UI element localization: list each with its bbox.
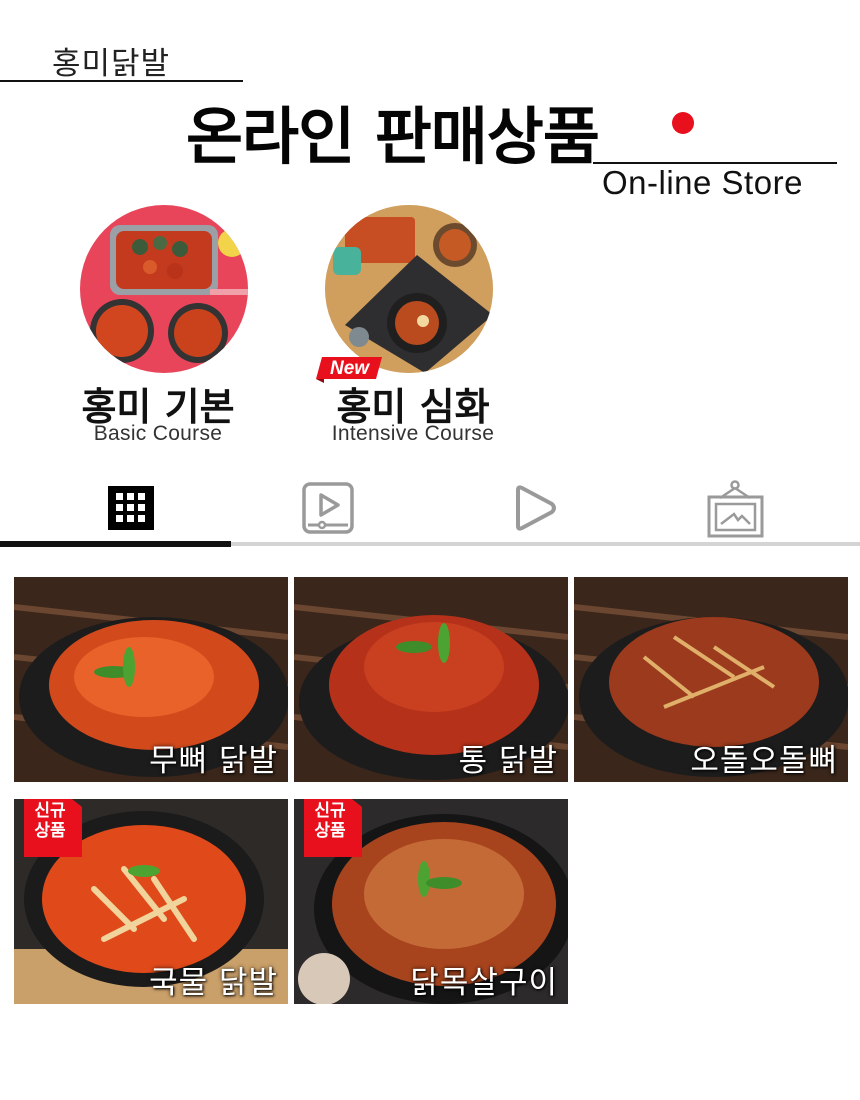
new-tag-line1: 신규 — [34, 801, 66, 821]
new-tag-line1: 신규 — [314, 801, 346, 821]
new-tag-line2: 상품 — [34, 821, 66, 841]
product-label: 무뼈 닭발 — [149, 743, 278, 779]
highlight-basic-subtitle: Basic Course — [93, 422, 223, 445]
product-label: 통 닭발 — [458, 743, 558, 779]
product-tile-soup[interactable]: 신규 상품 국물 닭발 — [14, 799, 288, 1004]
product-tile-neck[interactable]: 신규 상품 닭목살구이 — [294, 799, 568, 1004]
video-play-icon[interactable] — [300, 480, 356, 536]
new-product-tag: 신규 상품 — [304, 799, 362, 861]
highlight-basic-course[interactable] — [80, 205, 248, 373]
photo-frame-icon[interactable] — [706, 480, 764, 538]
product-label: 오돌오돌뼈 — [690, 743, 838, 779]
grid-icon[interactable] — [104, 480, 160, 536]
highlight-intensive-subtitle: Intensive Course — [331, 422, 495, 445]
product-tile-cartilage[interactable]: 오돌오돌뼈 — [574, 577, 848, 782]
brand-name: 홍미닭발 — [52, 46, 171, 82]
highlight-intensive-course[interactable] — [325, 205, 493, 373]
brand-underline — [0, 80, 243, 82]
tab-active-indicator — [0, 541, 231, 547]
product-label: 국물 닭발 — [149, 965, 278, 1001]
product-tile-whole[interactable]: 통 닭발 — [294, 577, 568, 782]
product-tile-boneless[interactable]: 무뼈 닭발 — [14, 577, 288, 782]
new-product-tag: 신규 상품 — [24, 799, 82, 861]
intensive-course-thumbnail — [325, 205, 493, 373]
product-label: 닭목살구이 — [410, 965, 558, 1001]
new-tag-line2: 상품 — [314, 821, 346, 841]
page-subtitle: On-line Store — [602, 164, 803, 201]
play-icon[interactable] — [508, 480, 564, 536]
title-accent-dot — [672, 112, 694, 134]
basic-course-thumbnail — [80, 205, 248, 373]
page-title: 온라인 판매상품 — [186, 100, 600, 173]
